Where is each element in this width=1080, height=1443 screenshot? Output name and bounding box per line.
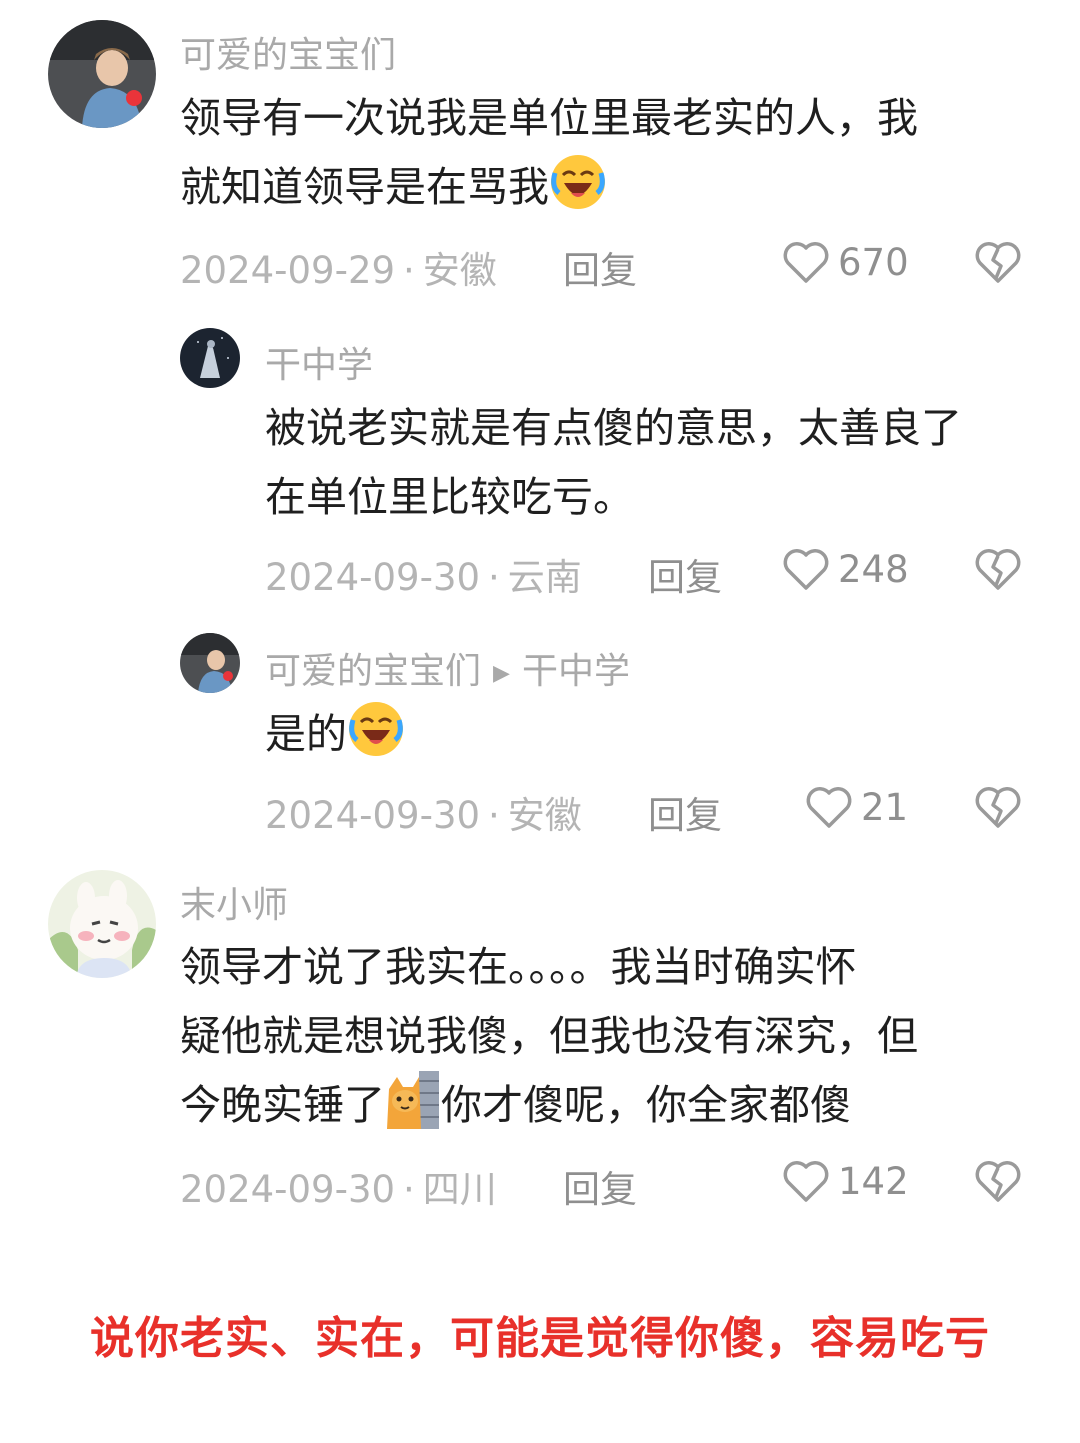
comment-line: 领导有一次说我是单位里最老实的人，我 (180, 94, 918, 142)
comment-text: 领导有一次说我是单位里最老实的人，我 就知道领导是在骂我 (180, 84, 918, 222)
heart-outline-icon (806, 787, 852, 828)
avatar[interactable] (180, 633, 240, 693)
comment-line: 被说老实就是有点傻的意思，太善良了 (265, 404, 962, 452)
heart-outline-icon (783, 242, 829, 283)
broken-heart-icon[interactable] (974, 240, 1022, 284)
separator-dot: · (488, 556, 500, 599)
reply-button[interactable]: 回复 (563, 1159, 637, 1213)
comment-line-text: 今晚实锤了 (180, 1081, 385, 1129)
comment-line: 在单位里比较吃亏。 (265, 473, 634, 521)
comment-author[interactable]: 可爱的宝宝们 (180, 26, 396, 78)
separator-dot: · (403, 249, 415, 292)
comment-location: 云南 (507, 556, 582, 599)
laughing-crying-emoji (347, 700, 405, 758)
comment-author[interactable]: 可爱的宝宝们 (265, 651, 481, 692)
avatar[interactable] (48, 870, 156, 978)
avatar[interactable] (48, 20, 156, 128)
comment-meta: 2024-09-30 · 云南 (265, 547, 582, 601)
comment-date: 2024-09-30 (265, 556, 481, 599)
comment-location: 安徽 (422, 249, 497, 292)
comment-text: 领导才说了我实在。。。。我当时确实怀 疑他就是想说我傻，但我也没有深究，但 今晚… (180, 933, 918, 1140)
comment-author[interactable]: 干中学 (265, 336, 373, 388)
reply-arrow-icon: ▶ (493, 660, 510, 686)
comment-line: 是的 (265, 700, 405, 769)
reply-button[interactable]: 回复 (563, 240, 637, 294)
like-button[interactable]: 248 (782, 547, 909, 591)
comment-line: 今晚实锤了 你才傻呢，你全家都傻 (180, 1071, 918, 1140)
broken-heart-icon[interactable] (974, 547, 1022, 591)
comment-meta: 2024-09-29 · 安徽 (180, 240, 497, 294)
comment-text: 被说老实就是有点傻的意思，太善良了 在单位里比较吃亏。 (265, 394, 962, 532)
comment-line-text: 就知道领导是在骂我 (180, 163, 549, 211)
separator-dot: · (488, 794, 500, 837)
like-button[interactable]: 670 (782, 240, 909, 284)
comment-date: 2024-09-30 (265, 794, 481, 837)
peeking-cat-emoji (385, 1071, 441, 1129)
avatar[interactable] (180, 328, 240, 388)
reply-button[interactable]: 回复 (648, 547, 722, 601)
reply-button[interactable]: 回复 (648, 785, 722, 839)
comment-text: 是的 (265, 700, 405, 769)
reply-to-author[interactable]: 干中学 (522, 651, 630, 692)
comment-line: 就知道领导是在骂我 (180, 153, 918, 222)
comment-line: 疑他就是想说我傻，但我也没有深究，但 (180, 1012, 918, 1060)
like-button[interactable]: 142 (782, 1159, 909, 1203)
comment-author[interactable]: 末小师 (180, 876, 288, 928)
laughing-crying-emoji (549, 153, 607, 211)
like-count: 670 (838, 240, 909, 284)
comment-date: 2024-09-29 (180, 249, 396, 292)
comment-line: 领导才说了我实在。。。。我当时确实怀 (180, 943, 857, 991)
broken-heart-icon[interactable] (974, 1159, 1022, 1203)
comment-location: 四川 (422, 1168, 497, 1211)
comment-meta: 2024-09-30 · 四川 (180, 1159, 497, 1213)
comment-date: 2024-09-30 (180, 1168, 396, 1211)
like-count: 142 (838, 1159, 909, 1203)
comment-meta: 2024-09-30 · 安徽 (265, 785, 582, 839)
like-count: 248 (838, 547, 909, 591)
heart-outline-icon (783, 549, 829, 590)
caption-text: 说你老实、实在，可能是觉得你傻，容易吃亏 (90, 1313, 990, 1364)
comment-line-text: 你才傻呢，你全家都傻 (441, 1081, 851, 1129)
like-button[interactable]: 21 (805, 785, 908, 829)
broken-heart-icon[interactable] (974, 785, 1022, 829)
heart-outline-icon (783, 1161, 829, 1202)
comment-line-text: 是的 (265, 710, 347, 758)
comment-location: 安徽 (507, 794, 582, 837)
comment-author-line: 可爱的宝宝们 ▶ 干中学 (265, 642, 630, 694)
like-count: 21 (861, 785, 909, 829)
separator-dot: · (403, 1168, 415, 1211)
